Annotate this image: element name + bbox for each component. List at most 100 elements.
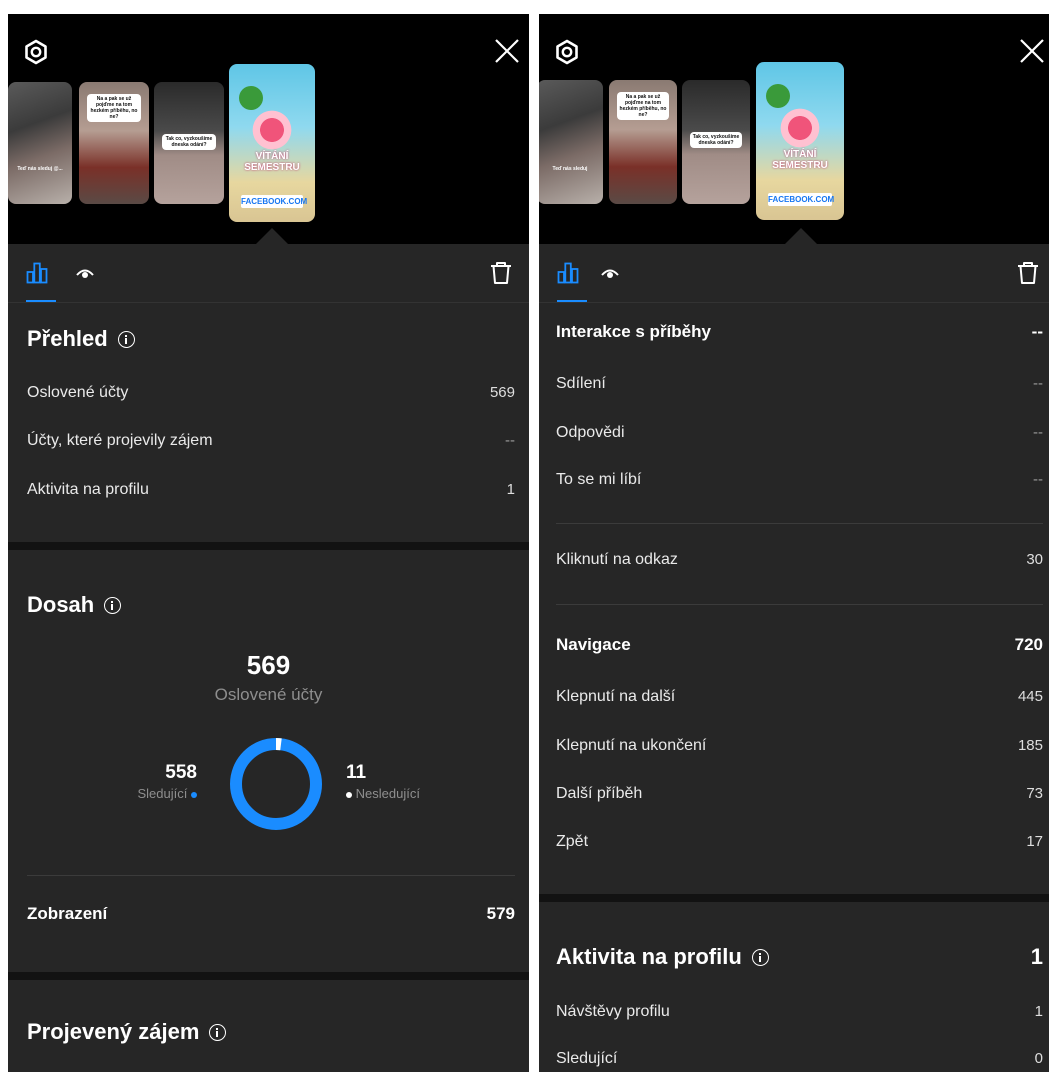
impressions-row[interactable]: Zobrazení 579 xyxy=(27,902,515,926)
overview-row[interactable]: Aktivita na profilu 1 xyxy=(27,478,515,502)
palm-graphic xyxy=(766,84,790,108)
navigation-subrow[interactable]: Další příběh 73 xyxy=(556,782,1043,806)
reach-donut-chart xyxy=(230,738,322,830)
row-value: -- xyxy=(1033,471,1043,488)
link-sticker[interactable]: FACEBOOK.COM xyxy=(768,193,834,206)
settings-icon[interactable] xyxy=(553,38,581,66)
row-label: Zpět xyxy=(556,833,589,850)
overview-row[interactable]: Oslovené účty 569 xyxy=(27,381,515,405)
section-title-overview: Přehled xyxy=(27,326,135,352)
story-insights-panel-right: Teď nás sleduj Na a pak se už pojďme na … xyxy=(539,14,1049,1072)
story-caption: Na a pak se už pojďme na tom hezkém příb… xyxy=(87,94,141,122)
divider xyxy=(27,875,515,876)
profile-activity-row[interactable]: Návštěvy profilu 1 xyxy=(556,1000,1043,1024)
story-thumbnail[interactable]: Teď nás sleduj @... xyxy=(8,82,72,204)
float-ring-graphic xyxy=(774,102,826,155)
nonfollowers-stat: 11 Nesledující xyxy=(346,762,420,801)
followers-stat: 558 Sledující xyxy=(137,762,197,801)
info-icon[interactable] xyxy=(104,596,122,614)
info-icon[interactable] xyxy=(751,948,769,966)
float-ring-graphic xyxy=(246,104,298,157)
story-thumbnail-selected[interactable]: VÍTÁNÍ SEMESTRU FACEBOOK.COM xyxy=(756,62,844,220)
story-strip: Teď nás sleduj @... Na a pak se už pojďm… xyxy=(8,14,529,244)
story-caption: Tak co, vyzkoušíme dneska odání? xyxy=(162,134,216,150)
link-sticker[interactable]: FACEBOOK.COM xyxy=(241,195,307,208)
eye-icon[interactable] xyxy=(601,266,619,280)
section-gap xyxy=(539,894,1049,902)
row-label: Interakce s příběhy xyxy=(556,322,711,341)
navigation-subrow[interactable]: Zpět 17 xyxy=(556,830,1043,854)
interactions-subrow[interactable]: To se mi líbí -- xyxy=(556,468,1043,492)
followers-label-wrap: Sledující xyxy=(137,786,197,801)
interactions-subrow[interactable]: Sdílení -- xyxy=(556,372,1043,396)
profile-activity-row[interactable]: Sledující 0 xyxy=(556,1047,1043,1071)
story-thumbnail[interactable]: Teď nás sleduj xyxy=(539,80,603,204)
followers-count: 558 xyxy=(165,762,197,783)
row-label: Navigace xyxy=(556,635,631,654)
row-label: Oslovené účty xyxy=(27,384,129,401)
row-label: Zobrazení xyxy=(27,904,108,923)
bar-chart-icon[interactable] xyxy=(557,262,579,284)
donut-followers-arc xyxy=(230,738,322,830)
row-label: Další příběh xyxy=(556,785,643,802)
story-thumbnail[interactable]: Tak co, vyzkoušíme dneska odání? xyxy=(682,80,750,204)
legend-dot-nonfollowers xyxy=(346,791,352,798)
close-icon[interactable] xyxy=(1017,36,1047,66)
section-gap xyxy=(8,972,529,980)
row-value: 73 xyxy=(1026,785,1043,802)
story-title: VÍTÁNÍ SEMESTRU xyxy=(244,150,300,173)
info-icon[interactable] xyxy=(117,330,135,348)
story-caption: Tak co, vyzkoušíme dneska odání? xyxy=(690,132,742,148)
selection-pointer xyxy=(785,228,817,244)
profile-activity-value: 1 xyxy=(1030,944,1043,969)
insights-tabs xyxy=(8,244,529,302)
nonfollowers-label-wrap: Nesledující xyxy=(346,786,420,801)
row-value: -- xyxy=(1033,424,1043,441)
interest-title-text: Projevený zájem xyxy=(27,1019,200,1044)
trash-icon[interactable] xyxy=(490,261,512,285)
eye-icon[interactable] xyxy=(76,266,94,280)
story-caption: Na a pak se už pojďme na tom hezkém příb… xyxy=(617,92,669,120)
reach-title-text: Dosah xyxy=(27,592,95,617)
row-label: Klepnutí na ukončení xyxy=(556,737,707,754)
row-value: 17 xyxy=(1026,833,1043,850)
interactions-row[interactable]: Interakce s příběhy -- xyxy=(556,320,1043,344)
section-title-interest: Projevený zájem xyxy=(27,1019,227,1045)
legend-dot-followers xyxy=(191,791,197,798)
interactions-subrow[interactable]: Odpovědi -- xyxy=(556,421,1043,445)
reach-total: 569 xyxy=(246,650,291,680)
divider xyxy=(556,604,1043,605)
story-thumbnail[interactable]: Tak co, vyzkoušíme dneska odání? xyxy=(154,82,224,204)
followers-label: Sledující xyxy=(137,786,188,801)
row-value: 579 xyxy=(486,904,515,923)
story-caption: Teď nás sleduj @... xyxy=(17,166,63,172)
row-value: 1 xyxy=(1034,1003,1043,1020)
row-label: Účty, které projevily zájem xyxy=(27,432,213,449)
row-label: To se mi líbí xyxy=(556,471,642,488)
story-thumbnail-selected[interactable]: VÍTÁNÍ SEMESTRU FACEBOOK.COM xyxy=(229,64,315,222)
trash-icon[interactable] xyxy=(1017,261,1039,285)
divider xyxy=(556,523,1043,524)
navigation-subrow[interactable]: Klepnutí na ukončení 185 xyxy=(556,734,1043,758)
navigation-row[interactable]: Navigace 720 xyxy=(556,633,1043,657)
story-caption: Teď nás sleduj xyxy=(552,166,588,172)
settings-icon[interactable] xyxy=(22,38,50,66)
overview-title-text: Přehled xyxy=(27,326,108,351)
nonfollowers-label: Nesledující xyxy=(355,786,420,801)
section-title-profile-activity: Aktivita na profilu xyxy=(556,944,769,970)
close-icon[interactable] xyxy=(492,36,522,66)
row-value: -- xyxy=(1033,375,1043,392)
row-value: 0 xyxy=(1034,1050,1043,1067)
overview-row[interactable]: Účty, které projevily zájem -- xyxy=(27,429,515,453)
story-strip: Teď nás sleduj Na a pak se už pojďme na … xyxy=(539,14,1049,244)
navigation-subrow[interactable]: Klepnutí na další 445 xyxy=(556,685,1043,709)
story-thumbnail[interactable]: Na a pak se už pojďme na tom hezkém příb… xyxy=(609,80,677,204)
row-label: Sdílení xyxy=(556,375,606,392)
bar-chart-icon[interactable] xyxy=(26,262,48,284)
story-thumbnail[interactable]: Na a pak se už pojďme na tom hezkém příb… xyxy=(79,82,149,204)
row-label: Sledující xyxy=(556,1050,618,1067)
link-clicks-row[interactable]: Kliknutí na odkaz 30 xyxy=(556,548,1043,572)
row-label: Návštěvy profilu xyxy=(556,1003,670,1020)
row-label: Odpovědi xyxy=(556,424,625,441)
info-icon[interactable] xyxy=(209,1023,227,1041)
